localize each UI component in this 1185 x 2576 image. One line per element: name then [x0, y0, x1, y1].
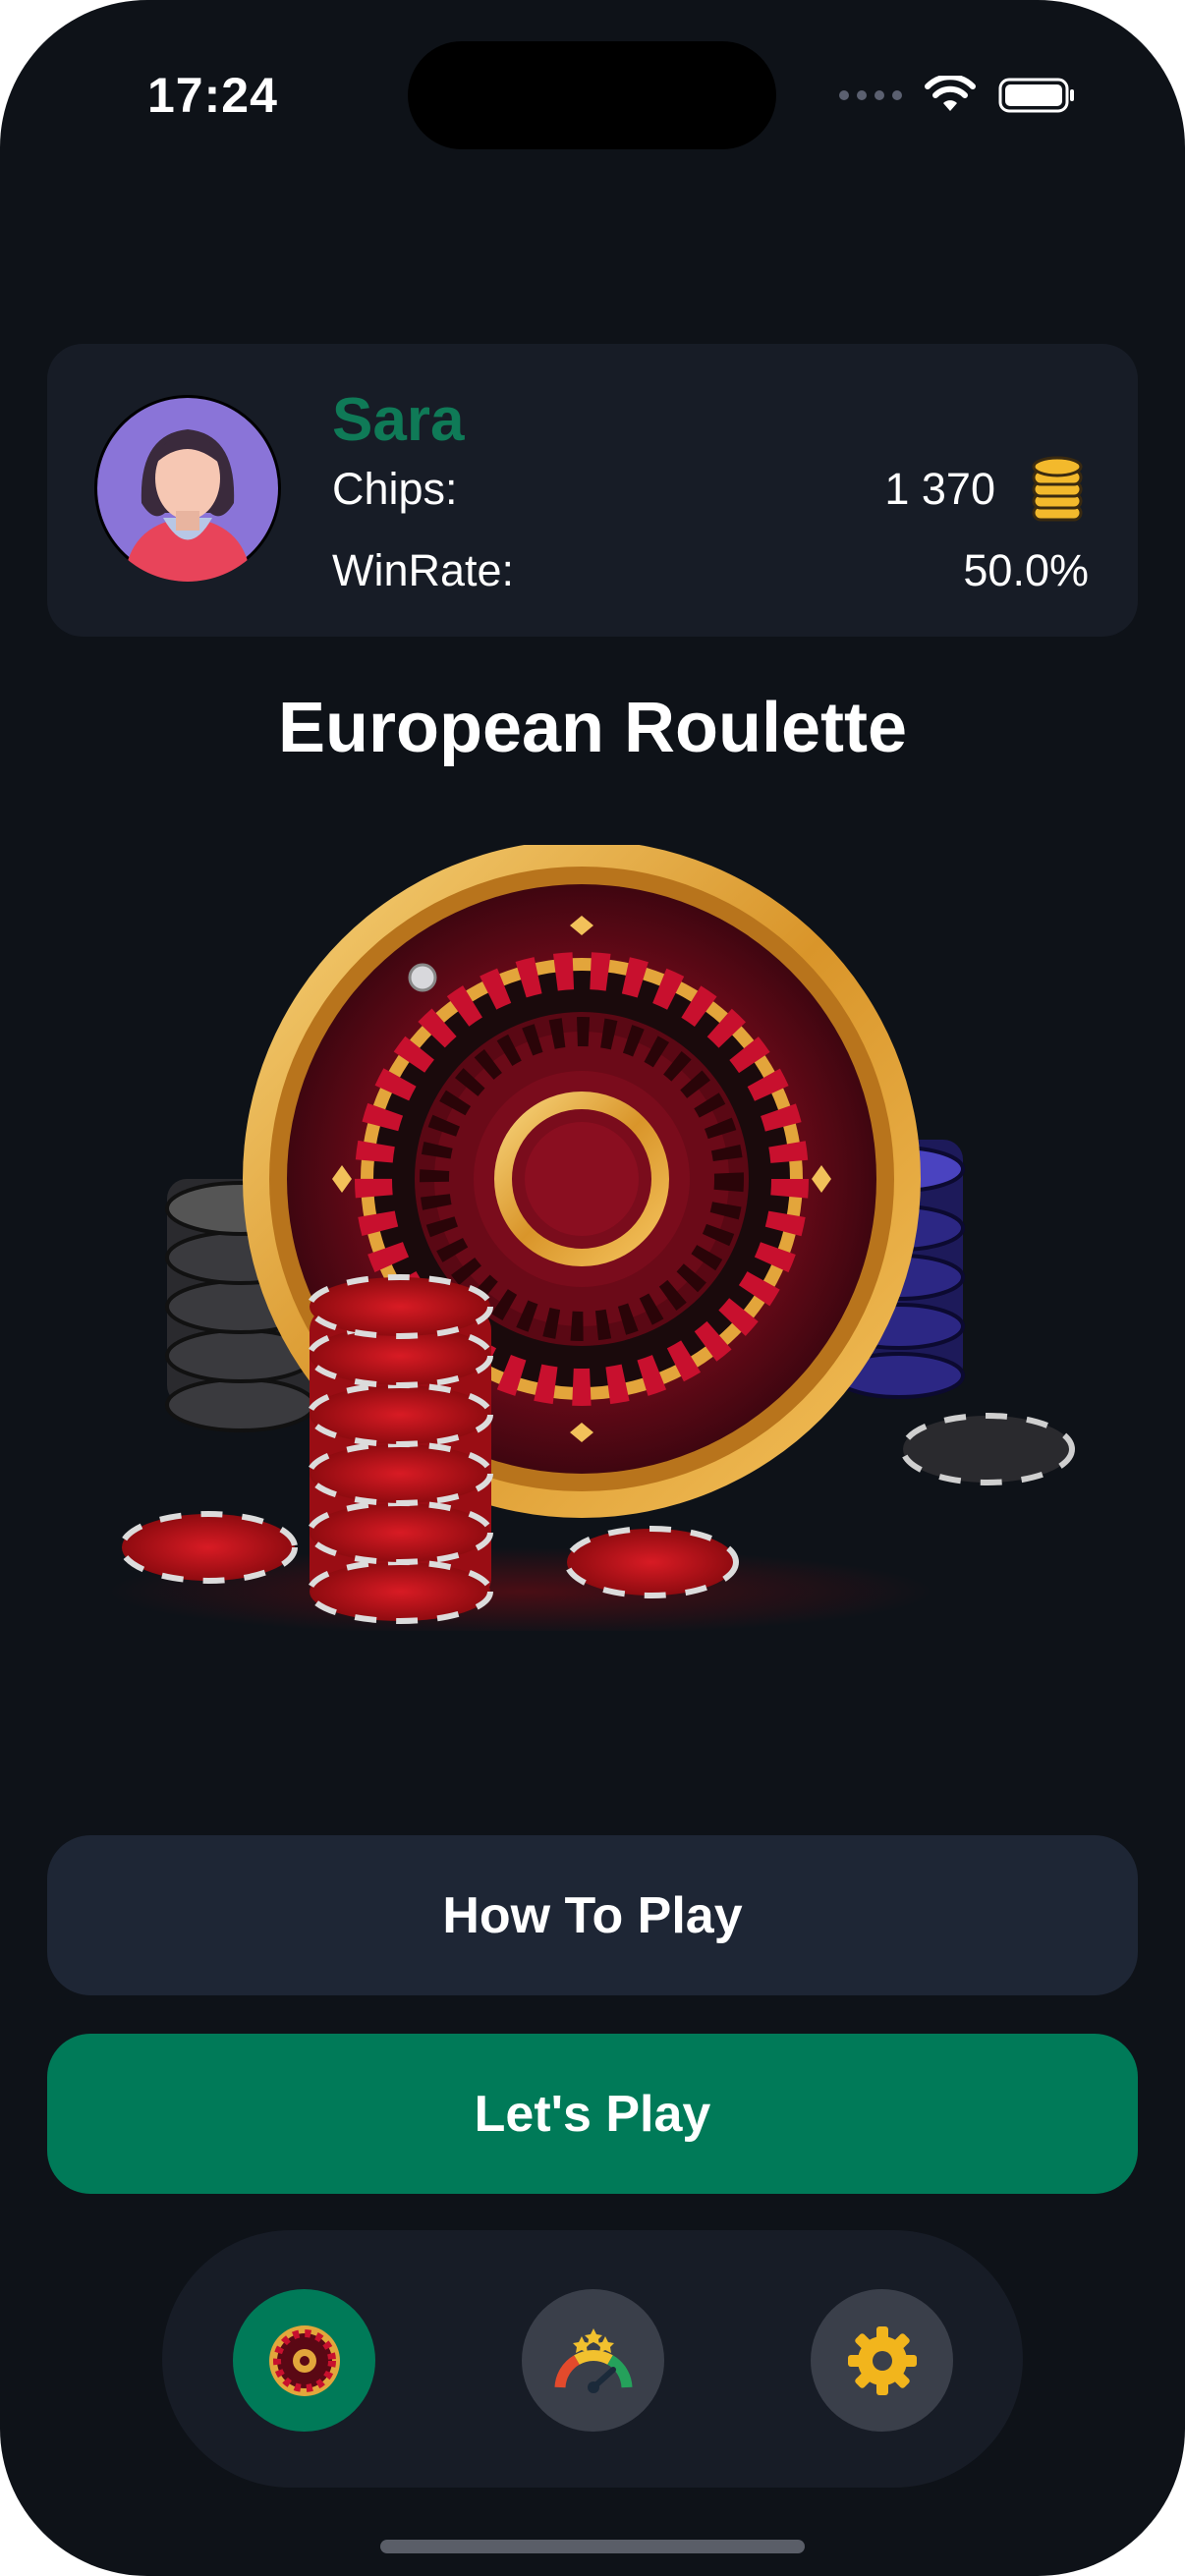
loose-chip-center — [564, 1526, 739, 1598]
winrate-label: WinRate: — [332, 545, 515, 595]
chips-label: Chips: — [332, 464, 458, 514]
tab-bar — [162, 2230, 1023, 2488]
winrate-value: 50.0% — [963, 545, 1089, 595]
battery-icon — [998, 78, 1074, 113]
tab-settings[interactable] — [811, 2289, 953, 2432]
rating-gauge-icon — [554, 2327, 632, 2393]
status-icons — [839, 71, 1077, 120]
home-indicator[interactable] — [380, 2540, 805, 2553]
avatar[interactable] — [94, 395, 281, 582]
loose-chip-left — [119, 1511, 298, 1584]
coin-stack-icon — [1032, 456, 1083, 522]
profile-card: Sara Chips: 1 370 WinRate: 50.0% — [47, 344, 1138, 637]
app-screen: 17:24 Sara Chips: 1 370 WinRate: 50.0% E… — [0, 0, 1185, 2576]
tab-roulette[interactable] — [233, 2289, 375, 2432]
loose-chip-black — [900, 1413, 1075, 1485]
gear-icon — [847, 2325, 917, 2395]
red-chip-stack — [307, 1274, 493, 1624]
roulette-icon — [268, 2324, 340, 2396]
game-title: European Roulette — [277, 689, 908, 767]
roulette-illustration — [108, 845, 1075, 1631]
how-to-play-button[interactable]: How To Play — [47, 1835, 1138, 1995]
player-name: Sara — [332, 386, 465, 454]
dynamic-island — [408, 41, 776, 149]
tab-stats[interactable] — [522, 2289, 664, 2432]
cellular-signal-icon — [839, 90, 902, 100]
status-time: 17:24 — [147, 68, 278, 123]
lets-play-button[interactable]: Let's Play — [47, 2034, 1138, 2194]
chips-value: 1 370 — [884, 464, 995, 514]
wifi-icon — [925, 76, 976, 111]
